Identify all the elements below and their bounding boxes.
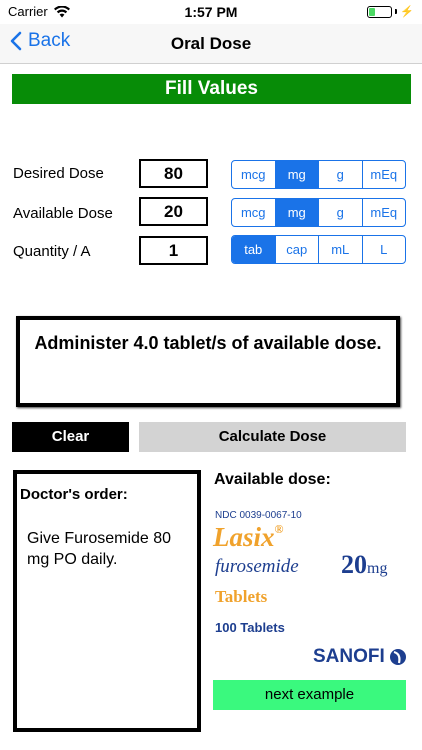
available-dose-unit-selector: mcg mg g mEq [231,198,406,227]
ndc-code: NDC 0039-0067-10 [215,510,302,521]
strength: 20mg [341,550,388,579]
battery-icon [367,5,393,18]
navigation-bar: Back Oral Dose [0,24,422,64]
quantity-unit-selector: tab cap mL L [231,235,406,264]
quantity-label: Quantity / A [13,243,91,260]
available-dose-title: Available dose: [214,471,331,488]
generic-name: furosemide [215,556,299,577]
drug-label-image: NDC 0039-0067-10 Lasix® furosemide 20mg … [213,506,409,674]
quantity-unit-tab[interactable]: tab [232,236,276,263]
tablet-count: 100 Tablets [215,620,285,635]
available-unit-g[interactable]: g [319,199,363,226]
battery-tip [395,9,398,14]
page-title: Oral Dose [170,34,252,53]
quantity-unit-l[interactable]: L [363,236,406,263]
available-unit-mg[interactable]: mg [275,199,319,226]
available-unit-mcg[interactable]: mcg [232,199,276,226]
status-right: ⚡ [367,5,414,18]
desired-dose-unit-selector: mcg mg g mEq [231,160,406,189]
desired-unit-g[interactable]: g [319,161,363,188]
desired-dose-input[interactable]: 80 [139,159,208,188]
fill-values-header: Fill Values [12,74,411,104]
quantity-unit-cap[interactable]: cap [276,236,319,263]
status-time: 1:57 PM [184,4,238,20]
desired-unit-mcg[interactable]: mcg [232,161,276,188]
desired-dose-label: Desired Dose [13,165,104,182]
next-example-button[interactable]: next example [213,680,406,710]
manufacturer-logo: SANOFI [313,646,407,668]
charging-bolt-icon: ⚡ [400,6,414,18]
result-text: Administer 4.0 tablet/s of available dos… [34,333,382,353]
status-bar: Carrier 1:57 PM ⚡ [0,0,422,24]
dosage-form: Tablets [215,587,268,606]
available-unit-meq[interactable]: mEq [363,199,406,226]
calculate-dose-button[interactable]: Calculate Dose [139,422,406,452]
brand-name: Lasix® [213,522,284,552]
doctor-order-text: Give Furosemide 80 mg PO daily. [27,530,172,568]
doctor-order-box: Doctor's order: Give Furosemide 80 mg PO… [13,470,201,732]
available-dose-input[interactable]: 20 [139,197,208,226]
desired-unit-mg[interactable]: mg [275,161,319,188]
result-box: Administer 4.0 tablet/s of available dos… [16,316,400,407]
desired-unit-meq[interactable]: mEq [363,161,406,188]
quantity-input[interactable]: 1 [139,236,208,265]
doctor-order-title: Doctor's order: [20,486,128,503]
quantity-unit-ml[interactable]: mL [319,236,363,263]
available-dose-label: Available Dose [13,205,113,222]
sanofi-logo-icon [389,649,406,665]
clear-button[interactable]: Clear [12,422,129,452]
